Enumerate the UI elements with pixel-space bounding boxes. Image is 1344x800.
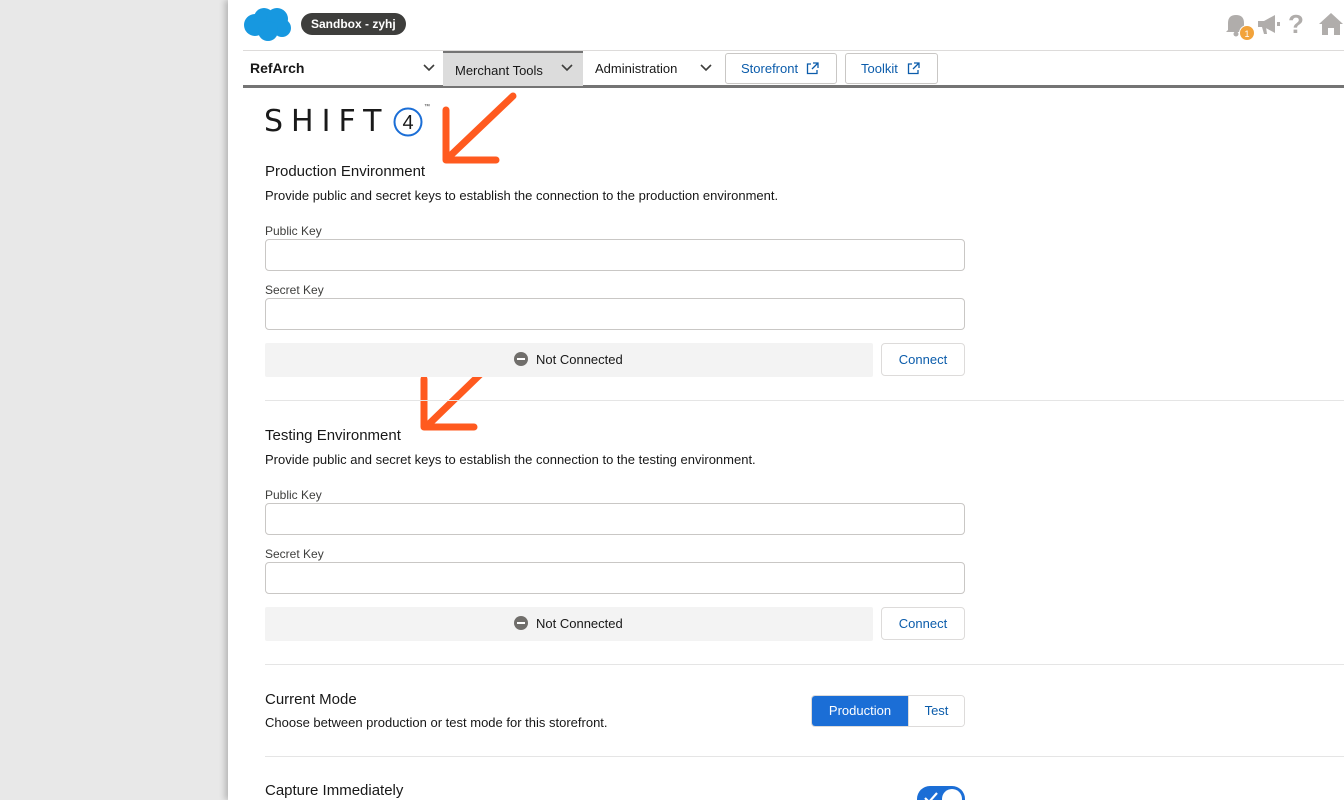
toggle-knob	[942, 789, 962, 800]
chevron-down-icon	[561, 64, 573, 72]
tab-administration-label: Administration	[595, 61, 678, 76]
toolkit-button[interactable]: Toolkit	[845, 53, 938, 84]
notification-badge: 1	[1239, 25, 1255, 41]
capture-immediately-toggle[interactable]	[917, 786, 965, 800]
production-public-key-label: Public Key	[265, 224, 322, 238]
production-status-box: Not Connected	[265, 343, 873, 377]
tab-merchant-tools-label: Merchant Tools	[455, 63, 543, 78]
salesforce-cloud-icon[interactable]	[242, 6, 292, 42]
logo-text: SHIFT	[264, 104, 390, 139]
production-secret-key-input[interactable]	[265, 298, 965, 330]
testing-public-key-label: Public Key	[265, 488, 322, 502]
chevron-down-icon	[700, 64, 712, 72]
testing-status-box: Not Connected	[265, 607, 873, 641]
external-link-icon	[907, 62, 920, 75]
production-public-key-input[interactable]	[265, 239, 965, 271]
help-icon[interactable]: ?	[1288, 11, 1308, 37]
storefront-label: Storefront	[741, 61, 799, 76]
testing-description: Provide public and secret keys to establ…	[265, 452, 756, 467]
production-description: Provide public and secret keys to establ…	[265, 188, 779, 203]
external-link-icon	[806, 62, 819, 75]
testing-public-key-input[interactable]	[265, 503, 965, 535]
logo-four-mark: 4	[393, 107, 423, 137]
production-title: Production Environment	[265, 163, 426, 180]
testing-secret-key-input[interactable]	[265, 562, 965, 594]
mode-toggle-group: Production Test	[811, 695, 965, 727]
section-divider	[265, 756, 1344, 757]
production-secret-key-label: Secret Key	[265, 283, 324, 297]
storefront-button[interactable]: Storefront	[725, 53, 837, 84]
mode-test-button[interactable]: Test	[908, 696, 964, 726]
testing-status-text: Not Connected	[536, 616, 623, 631]
testing-title: Testing Environment	[265, 427, 401, 444]
minus-circle-icon	[514, 352, 528, 366]
minus-circle-icon	[514, 616, 528, 630]
context-nav: RefArch Merchant Tools Administration St…	[243, 50, 1344, 88]
check-icon	[924, 792, 938, 800]
logo-trademark: ™	[424, 104, 430, 110]
toolkit-label: Toolkit	[861, 61, 898, 76]
capture-title: Capture Immediately	[265, 782, 404, 799]
megaphone-icon[interactable]	[1255, 11, 1281, 37]
tab-administration[interactable]: Administration	[583, 51, 718, 86]
sandbox-badge: Sandbox - zyhj	[301, 13, 406, 35]
production-connect-button[interactable]: Connect	[881, 343, 965, 376]
site-selector[interactable]: RefArch	[243, 51, 443, 86]
mode-description: Choose between production or test mode f…	[265, 715, 608, 730]
app-window: Sandbox - zyhj 1 ? RefArch Merchant Tool…	[228, 0, 1344, 800]
testing-secret-key-label: Secret Key	[265, 547, 324, 561]
section-divider	[265, 664, 1344, 665]
tab-merchant-tools[interactable]: Merchant Tools	[443, 51, 583, 86]
annotation-arrow	[442, 92, 517, 164]
left-gutter	[0, 0, 228, 800]
testing-connect-button[interactable]: Connect	[881, 607, 965, 640]
home-icon[interactable]	[1318, 11, 1344, 37]
logo-digit: 4	[402, 112, 413, 134]
section-divider	[265, 400, 1344, 401]
mode-title: Current Mode	[265, 691, 357, 708]
mode-production-button[interactable]: Production	[812, 696, 908, 726]
site-selector-label: RefArch	[250, 60, 305, 76]
chevron-down-icon	[423, 64, 435, 72]
global-header: Sandbox - zyhj 1 ?	[228, 0, 1344, 50]
production-status-text: Not Connected	[536, 352, 623, 367]
